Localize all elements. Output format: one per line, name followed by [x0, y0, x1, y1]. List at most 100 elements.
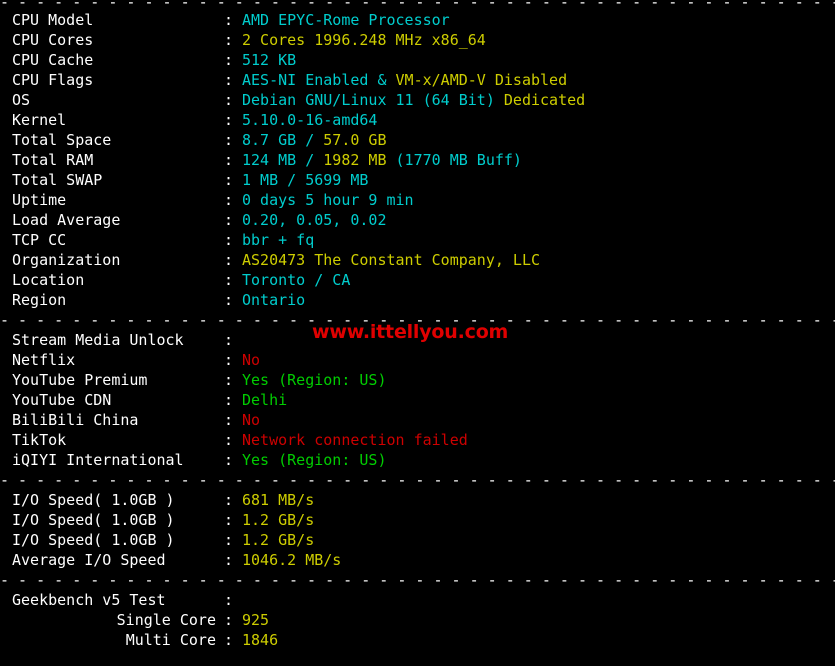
separator-line-geekbench: - - - - - - - - - - - - - - - - - - - - … [0, 571, 835, 589]
system-info-value: (1770 MB Buff) [395, 151, 522, 169]
colon-separator: : [224, 51, 234, 69]
stream-unlock-value: Yes (Region: US) [242, 371, 387, 389]
io-speed-value: 681 MB/s [242, 491, 315, 509]
io-speed-row: I/O Speed( 1.0GB ):1.2 GB/s [0, 510, 835, 530]
geekbench-label: Geekbench v5 Test [12, 591, 166, 609]
stream-unlock-row: TikTok: Network connection failed [0, 430, 835, 450]
geekbench-value: 925 [242, 611, 270, 629]
terminal-window: - - - - - - - - - - - - - - - - - - - - … [0, 0, 835, 666]
io-speed-label: I/O Speed( 1.0GB ) [12, 491, 175, 509]
system-info-label: CPU Flags [12, 71, 94, 89]
colon-separator: : [224, 111, 234, 129]
system-info-value: Toronto / CA [242, 271, 351, 289]
system-info-row: Kernel:5.10.0-16-amd64 [0, 110, 835, 130]
colon-separator: : [224, 191, 234, 209]
system-info-value: 1982 MB [323, 151, 396, 169]
system-info-label: Location [12, 271, 85, 289]
colon-separator: : [224, 251, 234, 269]
stream-unlock-row: Netflix: No [0, 350, 835, 370]
colon-separator: : [224, 271, 234, 289]
system-info-section: CPU Model: AMD EPYC-Rome Processor CPU Cor… [0, 10, 835, 310]
system-info-value: 2 Cores 1996.248 MHz x86_64 [242, 31, 486, 49]
colon-separator: : [224, 591, 234, 609]
stream-unlock-label: BiliBili China [12, 411, 139, 429]
colon-separator: : [224, 631, 234, 649]
geekbench-row: Single Core:925 [0, 610, 835, 630]
system-info-label: TCP CC [12, 231, 67, 249]
system-info-value: 5.10.0-16-amd64 [242, 111, 378, 129]
system-info-value: Dedicated [503, 91, 586, 109]
colon-separator: : [224, 491, 234, 509]
colon-separator: : [224, 131, 234, 149]
io-speed-label: I/O Speed( 1.0GB ) [12, 511, 175, 529]
system-info-row: Load Average:0.20, 0.05, 0.02 [0, 210, 835, 230]
stream-unlock-label: YouTube Premium [12, 371, 148, 389]
system-info-row: OS: Debian GNU/Linux 11 (64 Bit) Dedicate… [0, 90, 835, 110]
io-speed-row: I/O Speed( 1.0GB ):1.2 GB/s [0, 530, 835, 550]
colon-separator: : [224, 71, 234, 89]
io-speed-section: I/O Speed( 1.0GB ):681 MB/s I/O Speed( 1.… [0, 490, 835, 570]
geekbench-row: Multi Core:1846 [0, 630, 835, 650]
system-info-value: bbr + fq [242, 231, 315, 249]
system-info-row: CPU Model: AMD EPYC-Rome Processor [0, 10, 835, 30]
colon-separator: : [224, 91, 234, 109]
stream-unlock-label: Netflix [12, 351, 76, 369]
stream-unlock-value: Network connection failed [242, 431, 468, 449]
io-speed-label: I/O Speed( 1.0GB ) [12, 531, 175, 549]
system-info-row: Uptime:0 days 5 hour 9 min [0, 190, 835, 210]
system-info-value: 512 KB [242, 51, 297, 69]
geekbench-value: 1846 [242, 631, 279, 649]
colon-separator: : [224, 611, 234, 629]
system-info-row: Total SWAP:1 MB / 5699 MB [0, 170, 835, 190]
stream-unlock-label: TikTok [12, 431, 67, 449]
system-info-label: Kernel [12, 111, 67, 129]
system-info-value: 8.7 GB / [242, 131, 324, 149]
io-speed-row: I/O Speed( 1.0GB ):681 MB/s [0, 490, 835, 510]
system-info-label: Total RAM [12, 151, 94, 169]
colon-separator: : [224, 331, 234, 349]
system-info-value: AES-NI Enabled & [242, 71, 396, 89]
system-info-row: Location: Toronto / CA [0, 270, 835, 290]
system-info-value: Debian GNU/Linux 11 (64 Bit) [242, 91, 504, 109]
geekbench-row: Geekbench v5 Test: [0, 590, 835, 610]
system-info-value: 1 MB / 5699 MB [242, 171, 369, 189]
system-info-label: Uptime [12, 191, 67, 209]
colon-separator: : [224, 211, 234, 229]
colon-separator: : [224, 351, 234, 369]
system-info-value: Ontario [242, 291, 306, 309]
colon-separator: : [224, 531, 234, 549]
io-speed-label: Average I/O Speed [12, 551, 166, 569]
system-info-row: CPU Cores:2 Cores 1996.248 MHz x86_64 [0, 30, 835, 50]
system-info-value: 124 MB / [242, 151, 324, 169]
stream-unlock-row: YouTube CDN: Delhi [0, 390, 835, 410]
system-info-label: CPU Cores [12, 31, 94, 49]
colon-separator: : [224, 391, 234, 409]
colon-separator: : [224, 551, 234, 569]
stream-unlock-value: No [242, 411, 261, 429]
stream-unlock-row: YouTube Premium: Yes (Region: US) [0, 370, 835, 390]
system-info-row: Total Space:8.7 GB / 57.0 GB [0, 130, 835, 150]
system-info-label: Load Average [12, 211, 121, 229]
separator-line-io: - - - - - - - - - - - - - - - - - - - - … [0, 471, 835, 489]
system-info-row: Total RAM:124 MB / 1982 MB (1770 MB Buff… [0, 150, 835, 170]
colon-separator: : [224, 31, 234, 49]
stream-unlock-label: iQIYI International [12, 451, 184, 469]
system-info-value: AMD EPYC-Rome Processor [242, 11, 450, 29]
system-info-label: Region [12, 291, 67, 309]
colon-separator: : [224, 511, 234, 529]
io-speed-value: 1046.2 MB/s [242, 551, 342, 569]
colon-separator: : [224, 171, 234, 189]
geekbench-label: Single Core [116, 611, 216, 629]
system-info-row: Region: Ontario [0, 290, 835, 310]
system-info-label: Organization [12, 251, 121, 269]
colon-separator: : [224, 291, 234, 309]
system-info-row: CPU Flags: AES-NI Enabled & VM-x/AMD-V Di… [0, 70, 835, 90]
colon-separator: : [224, 411, 234, 429]
colon-separator: : [224, 371, 234, 389]
system-info-value: VM-x/AMD-V Disabled [395, 71, 568, 89]
system-info-label: CPU Model [12, 11, 94, 29]
colon-separator: : [224, 231, 234, 249]
io-speed-value: 1.2 GB/s [242, 531, 315, 549]
system-info-row: CPU Cache:512 KB [0, 50, 835, 70]
geekbench-label: Multi Core [125, 631, 216, 649]
